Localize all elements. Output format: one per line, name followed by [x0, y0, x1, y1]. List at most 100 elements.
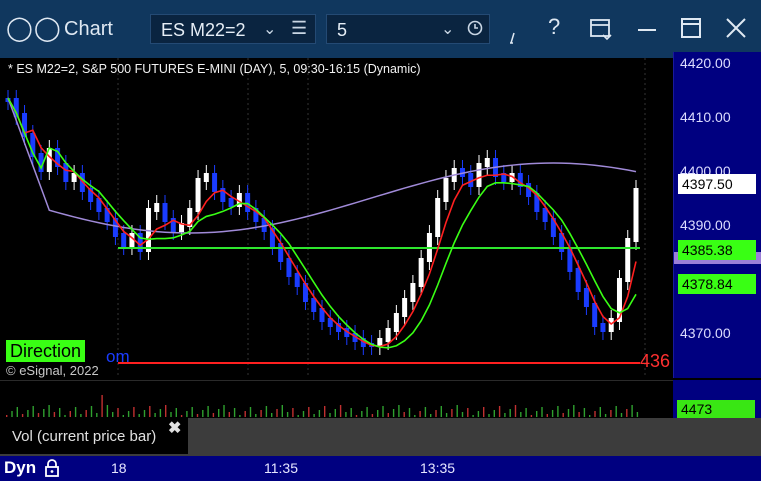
bear-candle: [575, 268, 581, 292]
bull-candle: [484, 158, 490, 167]
volume-bar: [567, 409, 570, 417]
volume-bar: [223, 405, 225, 417]
volume-bar: [525, 408, 527, 417]
interval-value: 5: [337, 20, 348, 40]
title-bar: ◯◯ Chart ES M22=2 ⌄ ☰ 5 ⌄ ?: [0, 0, 761, 58]
volume-bar: [159, 409, 162, 417]
volume-bar: [504, 413, 506, 417]
volume-bar: [127, 411, 130, 417]
volume-bar: [498, 406, 501, 417]
interval-input[interactable]: 5 ⌄: [326, 14, 490, 44]
volume-study-name: Vol (current price bar): [12, 428, 157, 445]
volume-bar: [180, 415, 183, 417]
bull-candle: [203, 173, 209, 182]
draw-icon[interactable]: [508, 28, 522, 44]
volume-bar: [308, 407, 310, 417]
chevron-down-icon[interactable]: ⌄: [441, 19, 454, 39]
bull-candle: [154, 203, 160, 212]
volume-bar: [249, 407, 252, 417]
volume-bar: [551, 410, 554, 417]
volume-bar: [329, 413, 331, 417]
volume-bar: [324, 406, 326, 417]
volume-bar: [467, 408, 469, 417]
time-label: 11:35: [264, 460, 298, 476]
volume-bar: [281, 405, 283, 417]
bull-candle: [402, 298, 408, 317]
lock-icon[interactable]: [43, 458, 61, 478]
volume-bar: [345, 412, 347, 417]
volume-bar: [80, 414, 82, 417]
volume-bar: [101, 395, 103, 417]
volume-bar: [440, 406, 442, 417]
volume-bar: [626, 409, 628, 417]
volume-bar: [594, 411, 596, 417]
price-chart-svg: [5, 58, 646, 378]
volume-study-label[interactable]: Vol (current price bar) ✖: [0, 418, 188, 454]
volume-pane[interactable]: [0, 380, 673, 418]
minimize-icon[interactable]: [636, 18, 658, 40]
layout-icon[interactable]: [589, 17, 613, 41]
volume-bar: [149, 406, 151, 417]
time-axis[interactable]: Dyn 18 11:35 13:35: [0, 456, 761, 481]
bull-candle: [385, 328, 391, 342]
volume-bar: [313, 414, 315, 417]
logo-icon: ◯◯: [6, 15, 62, 42]
volume-bar: [520, 412, 522, 417]
clock-icon[interactable]: [467, 20, 483, 36]
volume-bar: [620, 413, 623, 417]
volume-bar: [276, 409, 278, 417]
help-icon[interactable]: ?: [548, 14, 560, 40]
volume-bar: [451, 409, 453, 417]
volume-bar: [74, 407, 77, 417]
volume-bar: [488, 414, 490, 417]
menu-icon[interactable]: ☰: [291, 18, 307, 39]
price-label: 4410.00: [680, 109, 731, 125]
volume-bar: [112, 412, 114, 417]
volume-bar: [366, 407, 368, 417]
volume-bar: [96, 413, 98, 417]
volume-bar: [207, 406, 209, 417]
volume-bar: [48, 405, 50, 417]
volume-bar: [562, 413, 564, 417]
bull-candle: [195, 178, 201, 212]
volume-value-tag: 4473: [677, 400, 755, 418]
volume-bar: [361, 411, 363, 417]
volume-bar: [578, 412, 580, 417]
chevron-down-icon[interactable]: ⌄: [263, 19, 276, 39]
volume-bar: [483, 407, 485, 417]
volume-bar: [21, 414, 24, 417]
time-label: 13:35: [420, 460, 456, 476]
maximize-icon[interactable]: [680, 17, 702, 39]
volume-bar: [239, 415, 241, 417]
volume-bar: [573, 405, 575, 417]
price-chart[interactable]: [0, 58, 673, 378]
bull-candle: [443, 178, 449, 202]
bear-candle: [294, 273, 300, 287]
volume-bar: [27, 410, 29, 417]
close-icon[interactable]: [725, 17, 747, 39]
volume-bar: [472, 415, 474, 417]
dyn-mode-label[interactable]: Dyn: [4, 458, 36, 478]
price-axis[interactable]: 4420.00 4410.00 4400.00 4390.00 4370.00 …: [673, 52, 761, 378]
bull-candle: [435, 198, 441, 237]
volume-bar: [610, 410, 612, 417]
volume-bar: [43, 409, 45, 417]
close-study-icon[interactable]: ✖: [168, 418, 181, 438]
volume-bar: [196, 414, 199, 417]
volume-bar: [557, 406, 559, 417]
volume-bar: [445, 413, 448, 417]
volume-bar: [583, 408, 586, 417]
volume-bar: [350, 408, 352, 417]
volume-bar: [514, 405, 517, 417]
bull-candle: [633, 188, 639, 242]
volume-bar: [424, 407, 427, 417]
slow-moving-average: [7, 97, 637, 234]
volume-bar: [631, 405, 633, 417]
volume-bar: [392, 409, 395, 417]
volume-bar: [11, 411, 13, 417]
fast-ma-price-tag: 4385.38: [678, 240, 756, 260]
bull-candle: [410, 283, 416, 302]
volume-bar: [122, 415, 124, 417]
symbol-input[interactable]: ES M22=2 ⌄ ☰: [150, 14, 316, 44]
volume-bar: [371, 414, 374, 417]
